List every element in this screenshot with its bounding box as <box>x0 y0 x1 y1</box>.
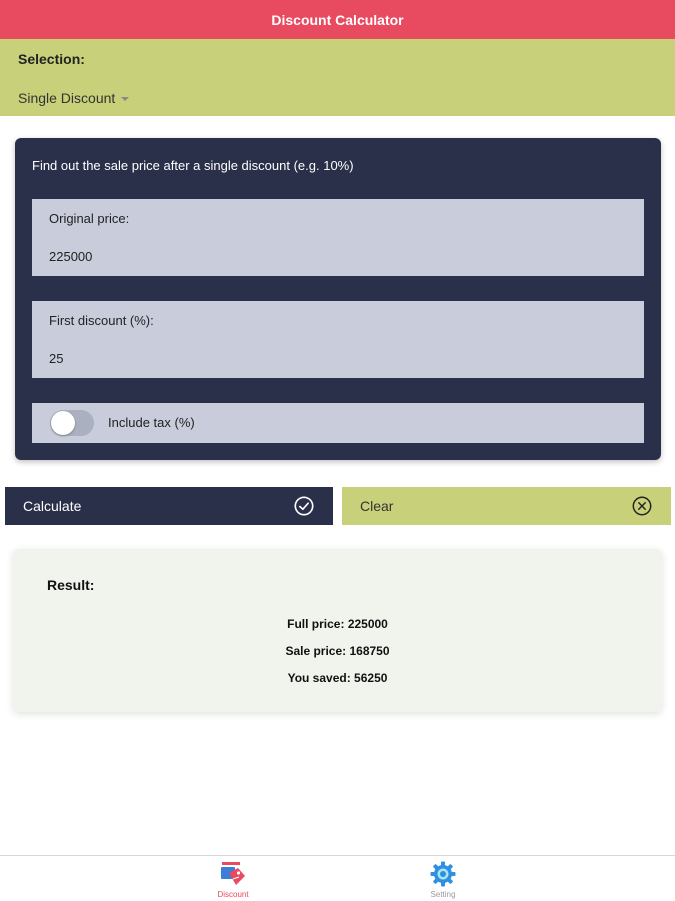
sale-price-text: Sale price: 168750 <box>285 644 390 658</box>
tab-setting-label: Setting <box>430 890 456 899</box>
chevron-down-icon <box>121 96 130 101</box>
you-saved-text: You saved: 56250 <box>287 671 388 685</box>
include-tax-toggle[interactable] <box>50 410 94 436</box>
close-circle-icon <box>632 496 652 516</box>
clear-button[interactable]: Clear <box>342 487 671 525</box>
clear-label: Clear <box>360 498 394 514</box>
calculator-card: Find out the sale price after a single d… <box>15 138 661 460</box>
include-tax-label: Include tax (%) <box>108 415 195 430</box>
original-price-label: Original price: <box>49 211 130 226</box>
calculate-button[interactable]: Calculate <box>5 487 333 525</box>
app-title: Discount Calculator <box>271 11 404 28</box>
first-discount-input[interactable]: 25 <box>49 351 63 366</box>
gear-icon <box>430 861 456 887</box>
result-panel: Result: Full price: 225000 Sale price: 1… <box>13 549 662 712</box>
calculate-label: Calculate <box>23 498 82 514</box>
selection-value: Single Discount <box>18 90 116 106</box>
original-price-input[interactable]: 225000 <box>49 249 92 264</box>
selection-dropdown[interactable]: Single Discount <box>18 90 130 106</box>
result-title: Result: <box>47 577 95 593</box>
app-header: Discount Calculator <box>0 0 675 39</box>
full-price-text: Full price: 225000 <box>287 617 388 631</box>
tab-discount[interactable]: Discount <box>178 860 288 899</box>
include-tax-row: Include tax (%) <box>32 403 644 443</box>
toggle-knob <box>51 411 75 435</box>
check-circle-icon <box>294 496 314 516</box>
tab-discount-label: Discount <box>217 890 249 899</box>
first-discount-label: First discount (%): <box>49 313 154 328</box>
discount-tag-icon <box>221 862 245 885</box>
first-discount-field[interactable]: First discount (%): 25 <box>32 301 644 378</box>
selection-bar: Selection: Single Discount <box>0 39 675 116</box>
bottom-tab-bar: Discount Setting <box>0 855 675 901</box>
tab-setting[interactable]: Setting <box>388 860 498 899</box>
original-price-field[interactable]: Original price: 225000 <box>32 199 644 276</box>
selection-label: Selection: <box>18 51 85 67</box>
card-description: Find out the sale price after a single d… <box>32 158 354 173</box>
